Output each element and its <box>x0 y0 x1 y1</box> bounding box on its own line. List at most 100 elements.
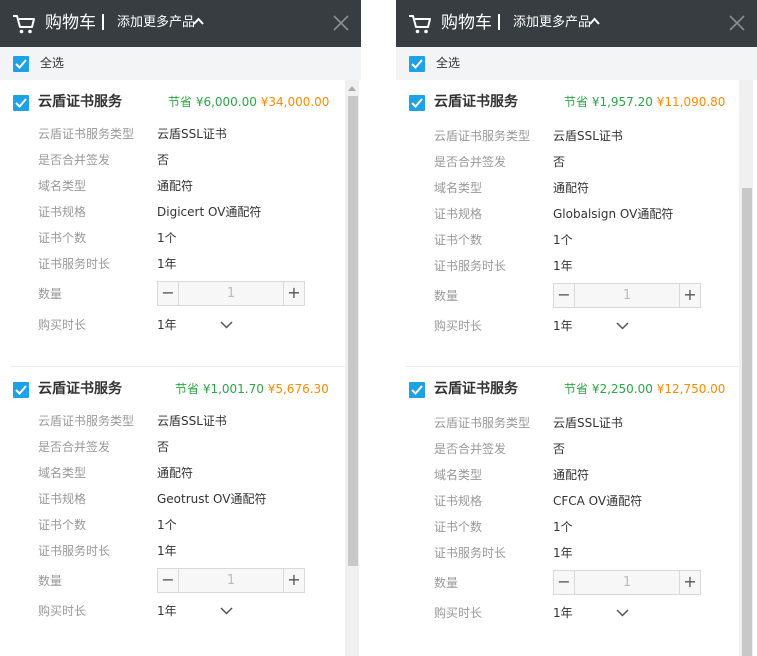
close-icon[interactable] <box>333 15 349 31</box>
savings-amount: 节省 ¥6,000.00 <box>168 95 257 109</box>
cart-header: 购物车 添加更多产品 <box>396 0 757 47</box>
field-value: Digicert OV通配符 <box>157 205 262 219</box>
decrement-button[interactable]: − <box>158 282 179 305</box>
increment-button[interactable]: + <box>283 282 304 305</box>
duration-select[interactable]: 1年 <box>157 317 177 333</box>
cart-header: 购物车 添加更多产品 <box>0 0 361 47</box>
field-label: 证书服务时长 <box>38 544 111 558</box>
cart-item-list: 云盾证书服务 节省 ¥6,000.00 ¥34,000.00 云盾证书服务类型 … <box>0 80 361 656</box>
field-value: 1个 <box>553 233 573 247</box>
field-value: 1年 <box>553 259 573 273</box>
field-value: 否 <box>157 440 170 454</box>
item-price: 节省 ¥6,000.00 ¥34,000.00 <box>168 94 329 110</box>
field-label: 证书个数 <box>38 518 87 532</box>
quantity-input[interactable]: 1 <box>179 282 283 305</box>
quantity-input[interactable]: 1 <box>179 569 283 592</box>
field-label: 云盾证书服务类型 <box>38 127 135 141</box>
item-checkbox[interactable] <box>13 382 29 398</box>
chevron-down-icon[interactable] <box>616 322 629 330</box>
field-value: 否 <box>553 155 566 169</box>
field-label: 证书规格 <box>434 207 483 221</box>
select-all-bar: 全选 <box>396 47 757 80</box>
savings-amount: 节省 ¥2,250.00 <box>564 382 653 396</box>
field-label: 是否合并签发 <box>38 440 111 454</box>
field-value: 否 <box>157 153 170 167</box>
price-amount: ¥12,750.00 <box>656 382 726 396</box>
field-label: 是否合并签发 <box>434 155 507 169</box>
field-value: 云盾SSL证书 <box>157 127 227 141</box>
quantity-input[interactable]: 1 <box>575 571 679 594</box>
item-checkbox[interactable] <box>409 95 425 111</box>
chevron-down-icon[interactable] <box>616 609 629 617</box>
price-amount: ¥34,000.00 <box>260 95 330 109</box>
duration-select[interactable]: 1年 <box>553 605 573 621</box>
quantity-label: 数量 <box>434 576 459 590</box>
scrollbar[interactable] <box>345 80 359 656</box>
add-more-products-link[interactable]: 添加更多产品 <box>513 14 591 32</box>
savings-amount: 节省 ¥1,957.20 <box>564 95 653 109</box>
quantity-stepper: − 1 + <box>553 283 701 308</box>
duration-label: 购买时长 <box>434 319 483 333</box>
cart-item: 云盾证书服务 节省 ¥1,957.20 ¥11,090.80 云盾证书服务类型 … <box>396 80 741 367</box>
quantity-stepper: − 1 + <box>157 568 305 593</box>
select-all-checkbox[interactable] <box>409 56 425 72</box>
field-label: 证书服务时长 <box>434 546 507 560</box>
cart-item: 云盾证书服务 节省 ¥1,001.70 ¥5,676.30 云盾证书服务类型 云… <box>0 367 345 654</box>
close-icon[interactable] <box>729 15 745 31</box>
decrement-button[interactable]: − <box>554 571 575 594</box>
scroll-up-arrow[interactable] <box>348 86 356 91</box>
shopping-cart-icon <box>409 15 431 34</box>
item-title: 云盾证书服务 <box>38 381 122 397</box>
chevron-down-icon[interactable] <box>220 607 233 615</box>
increment-button[interactable]: + <box>283 569 304 592</box>
increment-button[interactable]: + <box>679 284 700 307</box>
item-title: 云盾证书服务 <box>38 94 122 110</box>
item-price: 节省 ¥2,250.00 ¥12,750.00 <box>564 381 725 397</box>
item-title: 云盾证书服务 <box>434 381 518 397</box>
field-label: 是否合并签发 <box>38 153 111 167</box>
quantity-stepper: − 1 + <box>553 570 701 595</box>
item-title: 云盾证书服务 <box>434 94 518 110</box>
chevron-up-icon[interactable] <box>193 17 204 25</box>
chevron-up-icon[interactable] <box>589 17 600 25</box>
decrement-button[interactable]: − <box>158 569 179 592</box>
item-checkbox[interactable] <box>13 95 29 111</box>
decrement-button[interactable]: − <box>554 284 575 307</box>
field-value: Geotrust OV通配符 <box>157 492 267 506</box>
add-more-products-link[interactable]: 添加更多产品 <box>117 14 195 32</box>
select-all-checkbox[interactable] <box>13 56 29 72</box>
field-value: 通配符 <box>157 179 194 193</box>
duration-select[interactable]: 1年 <box>553 318 573 334</box>
quantity-label: 数量 <box>434 289 459 303</box>
field-value: 通配符 <box>157 466 194 480</box>
duration-select[interactable]: 1年 <box>157 603 177 619</box>
savings-amount: 节省 ¥1,001.70 <box>175 382 264 396</box>
item-price: 节省 ¥1,957.20 ¥11,090.80 <box>564 94 725 110</box>
field-label: 是否合并签发 <box>434 442 507 456</box>
cart-panel-left: 购物车 添加更多产品 全选 云盾证书服务 节省 ¥6,000.00 ¥34,00… <box>0 0 361 656</box>
field-label: 域名类型 <box>434 181 483 195</box>
header-divider <box>102 14 104 30</box>
field-value: 云盾SSL证书 <box>553 416 623 430</box>
quantity-input[interactable]: 1 <box>575 284 679 307</box>
field-label: 证书个数 <box>434 233 483 247</box>
cart-panel-right: 购物车 添加更多产品 全选 云盾证书服务 节省 ¥1,957.20 ¥11,09… <box>396 0 757 656</box>
duration-label: 购买时长 <box>38 604 87 618</box>
item-checkbox[interactable] <box>409 382 425 398</box>
field-value: 1年 <box>157 544 177 558</box>
shopping-cart-icon <box>13 15 35 34</box>
scrollbar[interactable] <box>739 80 753 656</box>
scrollbar-thumb[interactable] <box>348 96 358 566</box>
cart-item-list: 云盾证书服务 节省 ¥1,957.20 ¥11,090.80 云盾证书服务类型 … <box>396 80 757 656</box>
scrollbar-thumb[interactable] <box>742 188 752 656</box>
field-label: 证书规格 <box>38 492 87 506</box>
increment-button[interactable]: + <box>679 571 700 594</box>
select-all-label: 全选 <box>436 56 461 70</box>
select-all-bar: 全选 <box>0 47 361 80</box>
quantity-label: 数量 <box>38 574 63 588</box>
duration-label: 购买时长 <box>434 606 483 620</box>
header-divider <box>498 14 500 30</box>
chevron-down-icon[interactable] <box>220 321 233 329</box>
field-label: 证书规格 <box>434 494 483 508</box>
field-label: 云盾证书服务类型 <box>434 416 531 430</box>
